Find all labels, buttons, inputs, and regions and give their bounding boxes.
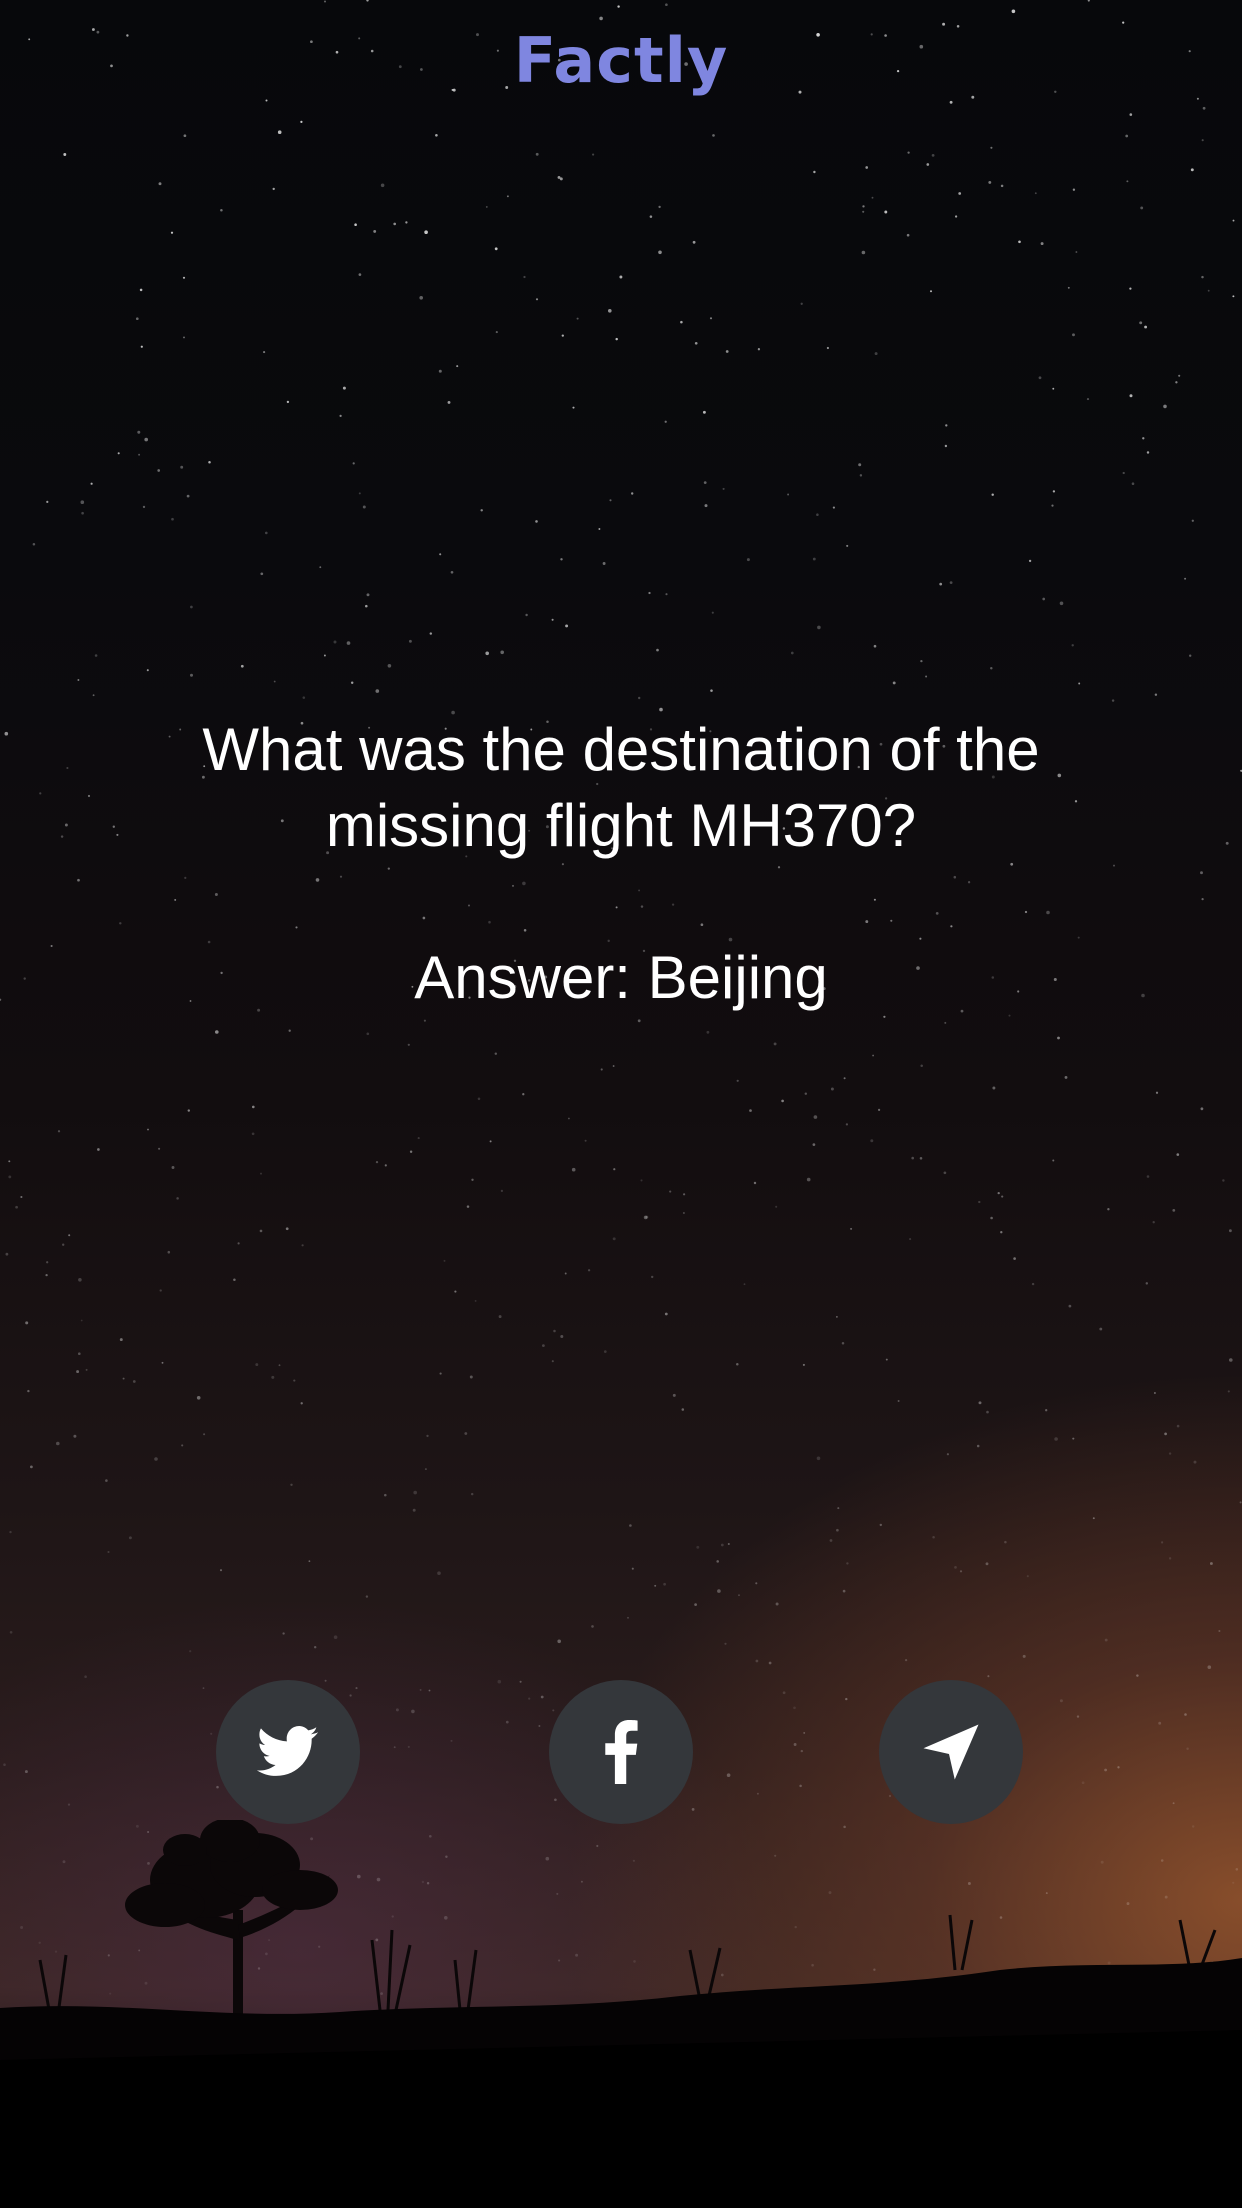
fact-card: What was the destination of the missing … <box>121 712 1121 1016</box>
send-icon <box>923 1724 979 1780</box>
send-share-button[interactable] <box>879 1680 1023 1824</box>
fact-answer: Answer: Beijing <box>414 944 828 1011</box>
app-title: Factly <box>513 24 729 97</box>
facebook-icon <box>605 1720 638 1784</box>
facebook-share-button[interactable] <box>549 1680 693 1824</box>
fact-question: What was the destination of the missing … <box>202 716 1040 859</box>
twitter-share-button[interactable] <box>216 1680 360 1824</box>
twitter-icon <box>256 1726 319 1776</box>
landscape-silhouette <box>0 1820 1242 2208</box>
app-screen: Factly What was the destination of the m… <box>0 0 1242 2208</box>
share-buttons <box>0 1680 1242 1824</box>
